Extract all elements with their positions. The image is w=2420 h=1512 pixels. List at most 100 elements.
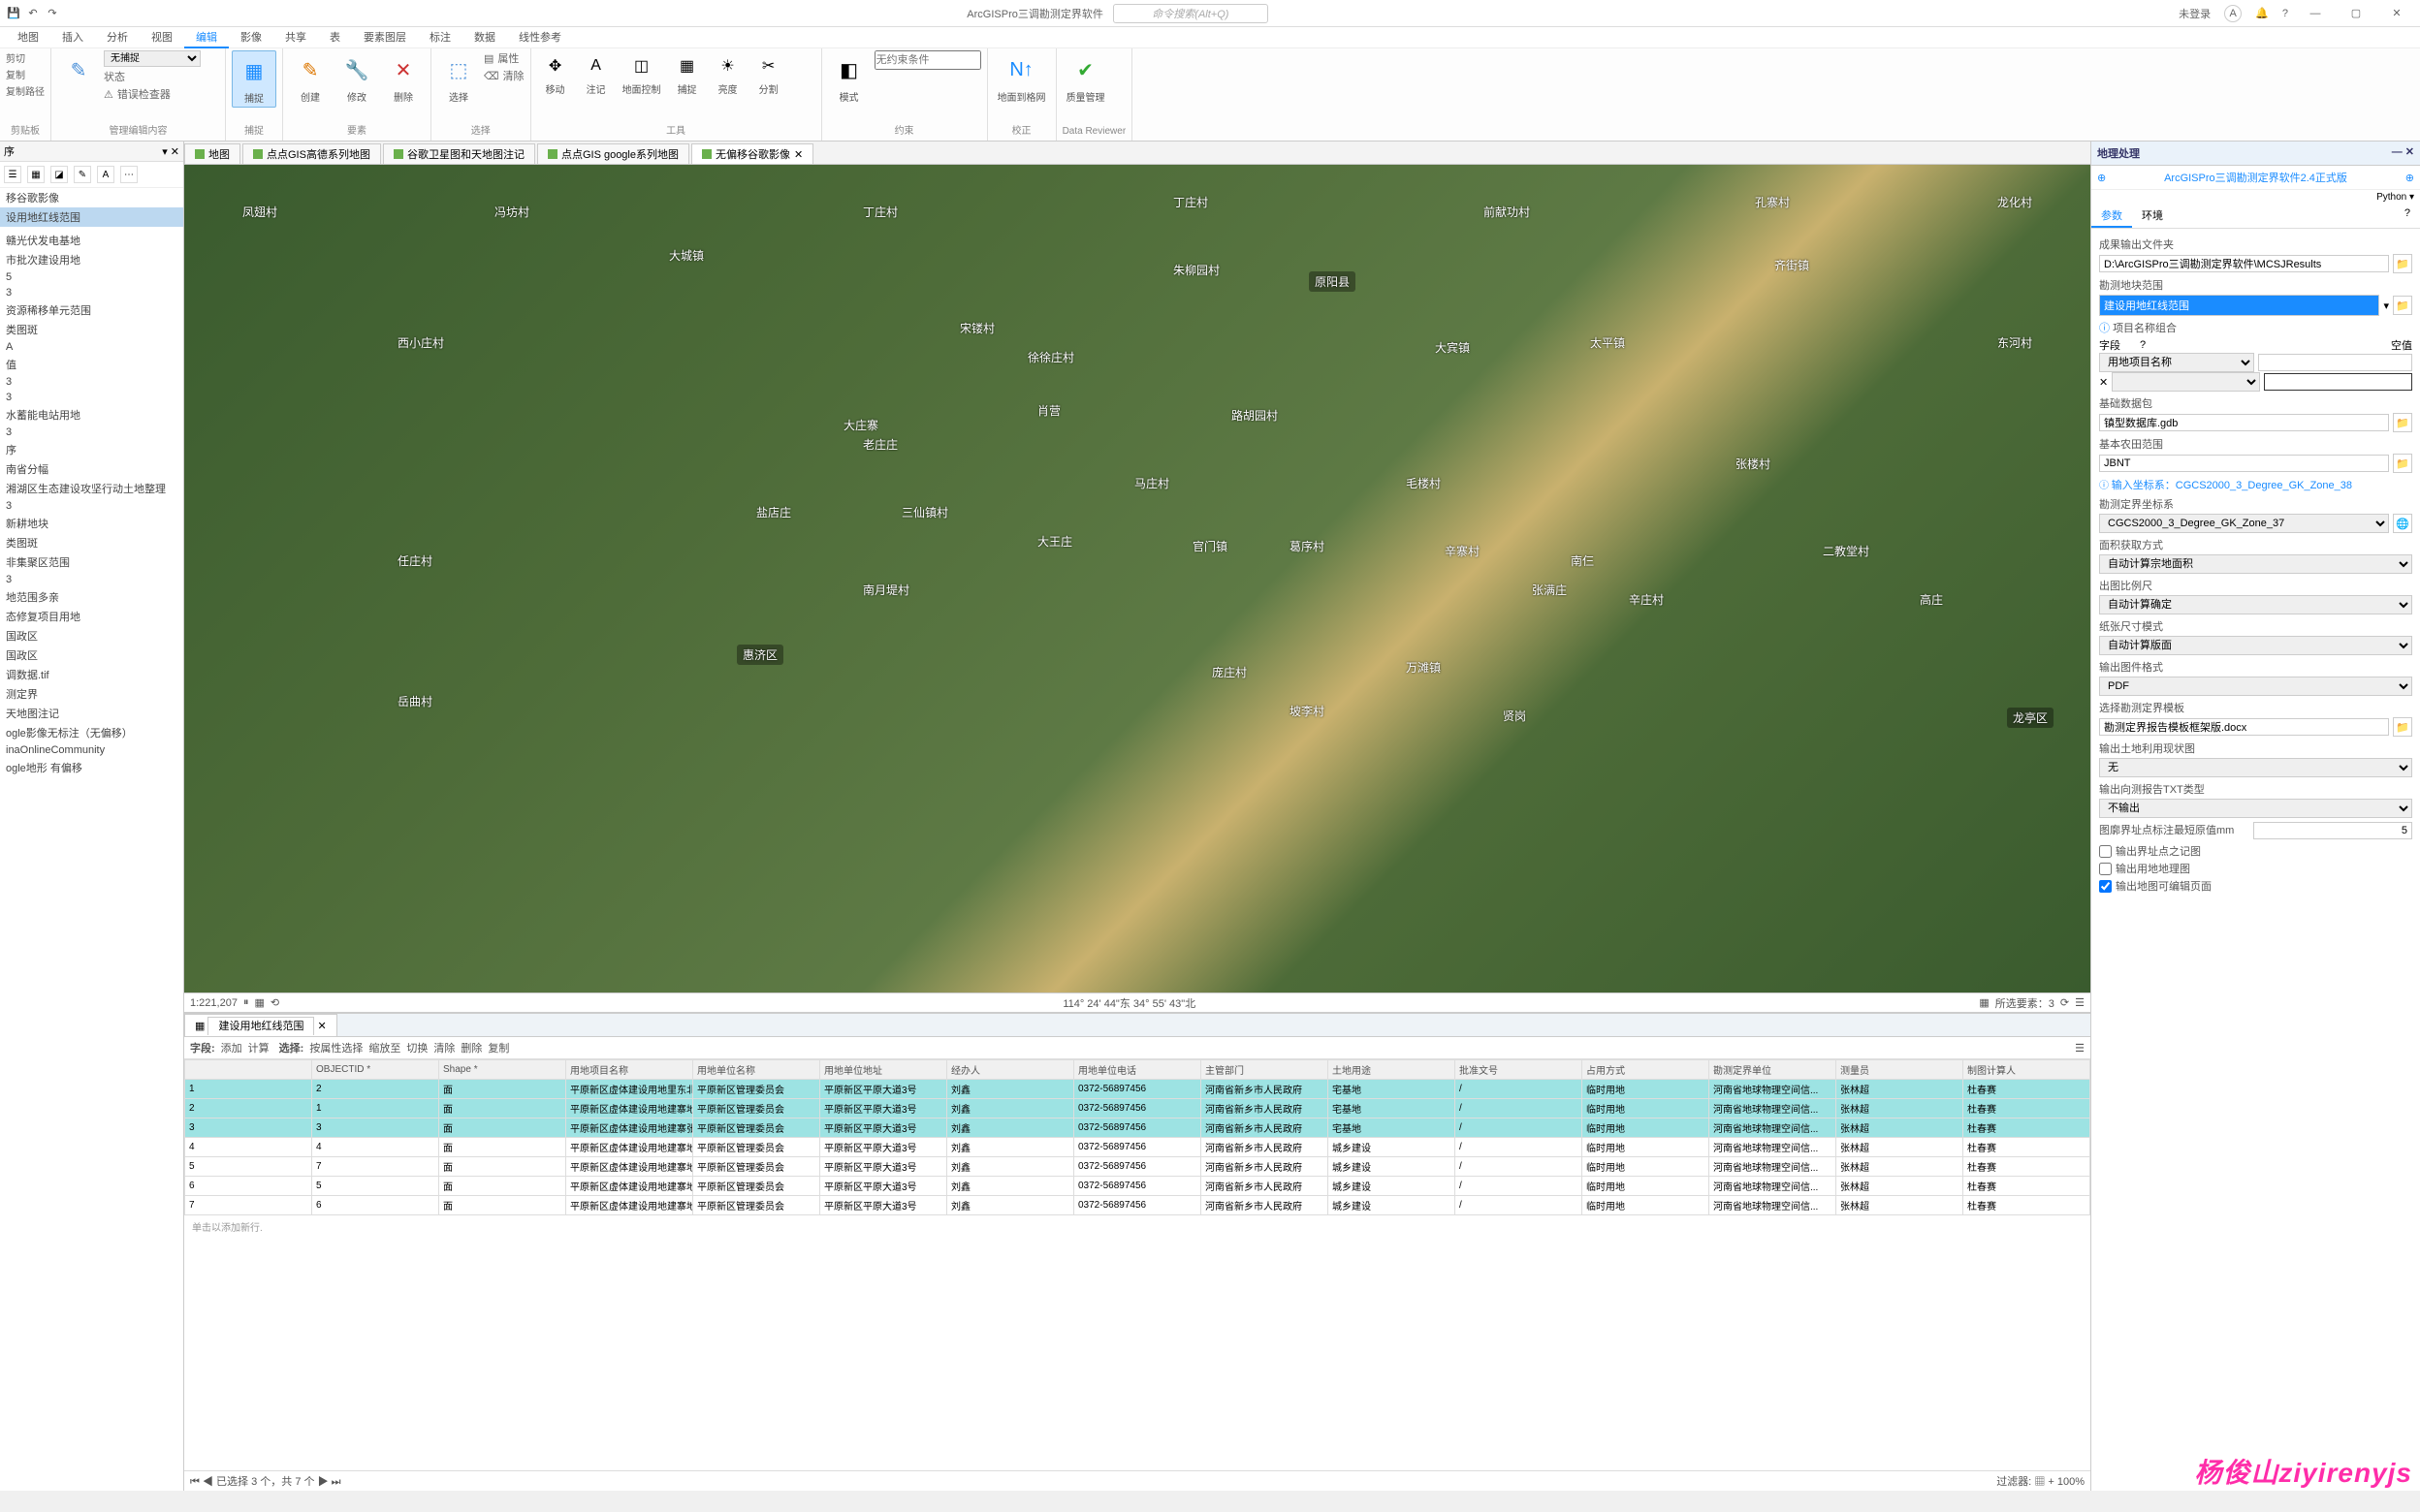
quality-button[interactable]: ✔质量管理 — [1063, 50, 1109, 106]
clear-icon[interactable]: ⌫ — [484, 70, 499, 82]
error-checker[interactable]: 错误检查器 — [117, 86, 171, 102]
filter-icon[interactable]: ▦ — [2034, 1476, 2045, 1488]
combo1-val[interactable] — [2258, 354, 2413, 371]
toc-item[interactable]: 序 — [0, 440, 183, 459]
col-header[interactable]: 占用方式 — [1582, 1060, 1709, 1080]
menu-插入[interactable]: 插入 — [50, 27, 95, 48]
col-header[interactable]: 制图计算人 — [1963, 1060, 2090, 1080]
prev-icon[interactable]: ◀ — [203, 1476, 213, 1488]
menu-线性参考[interactable]: 线性参考 — [507, 27, 573, 48]
copy-button[interactable]: 复制 — [488, 1040, 509, 1055]
toc-item[interactable]: 设用地红线范围 — [0, 207, 183, 227]
col-header[interactable]: 经办人 — [947, 1060, 1074, 1080]
land-select[interactable]: 无 — [2099, 758, 2412, 777]
toc-list-icon[interactable]: ☰ — [4, 166, 21, 183]
farm-input[interactable] — [2099, 455, 2389, 472]
feature-删除[interactable]: ✕删除 — [382, 50, 425, 106]
switch-sel-button[interactable]: 切换 — [406, 1040, 428, 1055]
table-row[interactable]: 76面平原新区虚体建设用地建寨地块4平原新区管理委员会平原新区平原大道3号刘鑫0… — [185, 1196, 2090, 1215]
toc-item[interactable]: 3 — [0, 374, 183, 390]
login-status[interactable]: 未登录 — [2179, 6, 2211, 21]
zoom-to-button[interactable]: 缩放至 — [368, 1040, 400, 1055]
contents-menu-icon[interactable]: ▾ — [162, 146, 168, 158]
ground-to-grid-button[interactable]: N↑地面到格网 — [994, 50, 1050, 106]
help-icon[interactable]: ? — [2282, 8, 2288, 19]
field-help-icon[interactable]: ? — [2140, 339, 2146, 351]
clipboard-剪切[interactable]: 剪切 — [6, 50, 45, 65]
last-icon[interactable]: ⏭ — [332, 1476, 341, 1488]
toc-item[interactable]: 5 — [0, 269, 183, 285]
combo2-val[interactable] — [2264, 373, 2412, 391]
col-header[interactable]: 批准文号 — [1455, 1060, 1582, 1080]
scale-select[interactable]: 自动计算确定 — [2099, 595, 2412, 614]
col-header[interactable]: 测量员 — [1836, 1060, 1963, 1080]
table-menu-icon[interactable]: ☰ — [2075, 1042, 2085, 1055]
status-button[interactable]: ✎ — [57, 50, 100, 89]
toc-item[interactable]: 移谷歌影像 — [0, 188, 183, 207]
col-header[interactable]: 用地单位名称 — [693, 1060, 820, 1080]
toc-item[interactable]: 赣光伏发电基地 — [0, 231, 183, 250]
table-row[interactable]: 33面平原新区虚体建设用地建寨张信培宅基地平原新区管理委员会平原新区平原大道3号… — [185, 1118, 2090, 1138]
map-tab[interactable]: 地图 — [184, 143, 240, 164]
tmpl-input[interactable] — [2099, 718, 2389, 736]
map-tab[interactable]: 谷歌卫星图和天地图注记 — [383, 143, 535, 164]
feature-修改[interactable]: 🔧修改 — [335, 50, 378, 106]
toc-item[interactable]: inaOnlineCommunity — [0, 742, 183, 758]
toc-item[interactable]: 值 — [0, 355, 183, 374]
menu-影像[interactable]: 影像 — [229, 27, 273, 48]
toc-label-icon[interactable]: A — [97, 166, 114, 183]
toc-source-icon[interactable]: ▦ — [27, 166, 45, 183]
pt-input[interactable] — [2253, 822, 2413, 839]
col-header[interactable]: 主管部门 — [1201, 1060, 1328, 1080]
menu-icon[interactable]: ☰ — [2075, 996, 2085, 1009]
tool-分割[interactable]: ✂分割 — [750, 50, 787, 98]
toc-item[interactable]: 资源稀移单元范围 — [0, 300, 183, 320]
save-icon[interactable]: 💾 — [6, 6, 21, 21]
next-icon[interactable]: ▶ — [318, 1476, 329, 1488]
maximize-button[interactable]: ▢ — [2342, 7, 2370, 19]
minimize-button[interactable]: — — [2302, 8, 2329, 19]
cb3[interactable] — [2099, 880, 2112, 893]
combo1-select[interactable]: 用地项目名称 — [2099, 353, 2254, 372]
map-tab[interactable]: 点点GIS google系列地图 — [537, 143, 689, 164]
remove-icon[interactable]: ✕ — [2099, 376, 2108, 389]
toc-item[interactable]: 湘湖区生态建设攻坚行动土地整理 — [0, 479, 183, 498]
data-table[interactable]: OBJECTID *Shape *用地项目名称用地单位名称用地单位地址经办人用地… — [184, 1059, 2090, 1215]
pause-icon[interactable]: ⏸ — [243, 996, 249, 1009]
toc-item[interactable]: 市批次建设用地 — [0, 250, 183, 269]
toc-item[interactable]: 测定界 — [0, 684, 183, 704]
cb1[interactable] — [2099, 845, 2112, 858]
folder-icon[interactable]: 📁 — [2393, 717, 2412, 737]
toc-item[interactable]: 非集聚区范围 — [0, 552, 183, 572]
toc-item[interactable]: 3 — [0, 285, 183, 300]
undo-icon[interactable]: ↶ — [25, 6, 41, 21]
col-header[interactable]: 勘测定界单位 — [1709, 1060, 1836, 1080]
constraint-input[interactable] — [875, 50, 981, 70]
table-row[interactable]: 57面平原新区虚体建设用地建寨地块2平原新区管理委员会平原新区平原大道3号刘鑫0… — [185, 1157, 2090, 1177]
toc-item[interactable]: ogle影像无标注（无偏移） — [0, 723, 183, 742]
menu-地图[interactable]: 地图 — [6, 27, 50, 48]
toc-item[interactable]: 3 — [0, 572, 183, 587]
toc-item[interactable]: 3 — [0, 390, 183, 405]
avatar[interactable]: A — [2224, 5, 2242, 22]
tool-地面控制[interactable]: ◫地面控制 — [619, 50, 665, 98]
globe-icon[interactable]: 🌐 — [2393, 514, 2412, 533]
command-search[interactable]: 命令搜索(Alt+Q) — [1113, 4, 1268, 23]
toc-item[interactable]: A — [0, 339, 183, 355]
folder-icon[interactable]: 📁 — [2393, 413, 2412, 432]
area-select[interactable]: 自动计算宗地面积 — [2099, 554, 2412, 574]
gp-help-icon[interactable]: ? — [2395, 205, 2420, 228]
tool-移动[interactable]: ✥移动 — [537, 50, 574, 98]
combo2-select[interactable] — [2112, 372, 2260, 392]
toc-item[interactable]: 3 — [0, 425, 183, 440]
menu-表[interactable]: 表 — [318, 27, 352, 48]
folder-icon[interactable]: 📁 — [2393, 454, 2412, 473]
gp-add-icon[interactable]: ⊕ — [2405, 172, 2414, 184]
out-folder-input[interactable] — [2099, 255, 2389, 272]
map-view[interactable]: 凤翅村冯坊村丁庄村丁庄村前献功村孔寨村龙化村大城镇朱柳园村原阳县齐街镇西小庄村宋… — [184, 165, 2090, 992]
toc-sel-icon[interactable]: ◪ — [50, 166, 68, 183]
gp-body[interactable]: 成果输出文件夹 📁 勘测地块范围 建设用地红线范围▾📁 ⓘ 项目名称组合 字段?… — [2091, 229, 2420, 1491]
toc-item[interactable]: 国政区 — [0, 646, 183, 665]
select-by-attr-button[interactable]: 按属性选择 — [309, 1040, 363, 1055]
redo-icon[interactable]: ↷ — [45, 6, 60, 21]
